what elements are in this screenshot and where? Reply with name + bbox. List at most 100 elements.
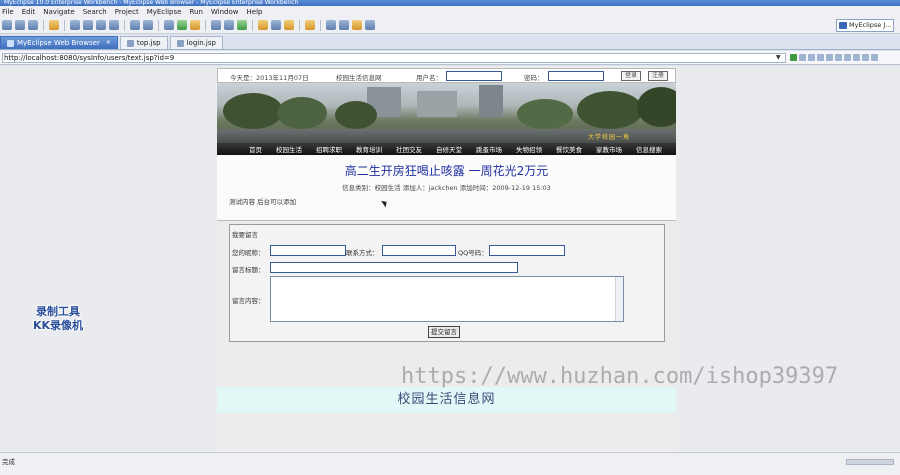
menu-search[interactable]: Search: [83, 8, 107, 16]
open-type-icon[interactable]: [258, 20, 268, 30]
recorder-line1: 录制工具: [36, 305, 80, 318]
nav-item-campus-life[interactable]: 校园生活: [276, 144, 302, 154]
nav-item-home[interactable]: 首页: [249, 144, 262, 154]
source-icon[interactable]: [853, 54, 860, 61]
debug-config-icon[interactable]: [70, 20, 80, 30]
login-button[interactable]: 登录: [621, 71, 641, 81]
server-icon[interactable]: [83, 20, 93, 30]
site-nav: 首页 校园生活 招聘求职 教育培训 社团交友 自修天堂 跳蚤市场 失物招领 餐饮…: [217, 143, 676, 155]
tab-label: top.jsp: [136, 39, 161, 47]
building-shape: [479, 85, 503, 117]
tree-shape: [277, 97, 327, 129]
go-icon[interactable]: [790, 54, 797, 61]
banner-caption: 大学校园一角: [587, 134, 630, 141]
submit-comment-button[interactable]: 提交留言: [428, 326, 460, 338]
nav-item-study[interactable]: 自修天堂: [436, 144, 462, 154]
nav-item-search[interactable]: 信息搜索: [636, 144, 662, 154]
menu-help[interactable]: Help: [247, 8, 263, 16]
password-label: 密码：: [524, 74, 544, 82]
nav-item-tutoring[interactable]: 家教市场: [596, 144, 622, 154]
new-interface-icon[interactable]: [224, 20, 234, 30]
toolbar-separator: [124, 19, 125, 31]
nickname-input[interactable]: [270, 245, 346, 256]
search-icon[interactable]: [271, 20, 281, 30]
perspective-switcher[interactable]: MyEclipse J...: [836, 19, 894, 32]
save-icon[interactable]: [15, 20, 25, 30]
tree-shape: [223, 93, 283, 129]
menu-file[interactable]: File: [2, 8, 14, 16]
external-tools-icon[interactable]: [190, 20, 200, 30]
home-icon[interactable]: [835, 54, 842, 61]
contact-input[interactable]: [382, 245, 456, 256]
progress-indicator: [846, 459, 894, 465]
content-textarea[interactable]: [270, 276, 624, 322]
tab-login-jsp[interactable]: login.jsp: [169, 36, 223, 49]
new-class-icon[interactable]: [211, 20, 221, 30]
nav-item-clubs[interactable]: 社团交友: [396, 144, 422, 154]
menu-run[interactable]: Run: [189, 8, 202, 16]
refresh-icon[interactable]: [826, 54, 833, 61]
pin-icon[interactable]: [339, 20, 349, 30]
image-icon[interactable]: [143, 20, 153, 30]
new-icon[interactable]: [2, 20, 12, 30]
stop-icon[interactable]: [817, 54, 824, 61]
nav-item-market[interactable]: 跳蚤市场: [476, 144, 502, 154]
browser-icon[interactable]: [109, 20, 119, 30]
nav-item-food[interactable]: 餐饮美食: [556, 144, 582, 154]
forward-icon[interactable]: [808, 54, 815, 61]
qq-input[interactable]: [489, 245, 565, 256]
close-icon[interactable]: ✕: [106, 37, 111, 49]
print-icon[interactable]: [28, 20, 38, 30]
deploy-icon[interactable]: [96, 20, 106, 30]
db-icon[interactable]: [130, 20, 140, 30]
recorder-line2: KK录像机: [32, 319, 84, 332]
recorder-watermark: 录制工具 KK录像机: [16, 305, 100, 333]
menu-edit[interactable]: Edit: [22, 8, 36, 16]
url-input[interactable]: [2, 53, 786, 63]
article-title: 高二生开房狂喝止咳露 一周花光2万元: [344, 164, 549, 178]
package-icon[interactable]: [49, 20, 59, 30]
toolbar-separator: [43, 19, 44, 31]
article-meta: 信息类别：校园生活 添加人：jackchen 添加时间：2009-12-19 1…: [342, 184, 551, 192]
status-text: 完成: [2, 458, 15, 466]
username-input[interactable]: [446, 71, 502, 81]
debug-icon[interactable]: [164, 20, 174, 30]
password-input[interactable]: [548, 71, 604, 81]
browser-viewport: 今天是：2013年11月07日 校园生活信息网 用户名： 密码： 登录 注册 大…: [0, 66, 900, 452]
run-icon[interactable]: [177, 20, 187, 30]
editor-tabs: MyEclipse Web Browser ✕ top.jsp login.js…: [0, 35, 900, 50]
nav-item-jobs[interactable]: 招聘求职: [316, 144, 342, 154]
menu-project[interactable]: Project: [115, 8, 139, 16]
tab-web-browser[interactable]: MyEclipse Web Browser ✕: [0, 36, 118, 49]
back-icon[interactable]: [799, 54, 806, 61]
article-panel: 高二生开房狂喝止咳露 一周花光2万元 信息类别：校园生活 添加人：jackche…: [217, 155, 676, 221]
back-icon[interactable]: [352, 20, 362, 30]
main-toolbar: [0, 17, 900, 34]
tab-top-jsp[interactable]: top.jsp: [119, 36, 168, 49]
register-button[interactable]: 注册: [648, 71, 668, 81]
menu-window[interactable]: Window: [211, 8, 239, 16]
nav-item-lost-found[interactable]: 失物招领: [516, 144, 542, 154]
subject-input[interactable]: [270, 262, 518, 273]
new-package-icon[interactable]: [237, 20, 247, 30]
menu-myeclipse[interactable]: MyEclipse: [147, 8, 182, 16]
textarea-scrollbar[interactable]: [615, 277, 623, 321]
folder-icon[interactable]: [305, 20, 315, 30]
menu-navigate[interactable]: Navigate: [43, 8, 74, 16]
myeclipse-perspective-icon: [839, 22, 847, 29]
jsp-file-icon: [126, 39, 134, 47]
nav-item-education[interactable]: 教育培训: [356, 144, 382, 154]
tree-shape: [517, 99, 573, 129]
settings-icon[interactable]: [844, 54, 851, 61]
toolbar-separator: [252, 19, 253, 31]
tree-shape: [577, 91, 643, 129]
toolbar-separator: [299, 19, 300, 31]
menu-icon[interactable]: [871, 54, 878, 61]
toolbar-separator: [64, 19, 65, 31]
url-dropdown-icon[interactable]: ▼: [776, 54, 781, 61]
annotation-icon[interactable]: [326, 20, 336, 30]
external-browser-icon[interactable]: [862, 54, 869, 61]
task-icon[interactable]: [284, 20, 294, 30]
status-bar: 完成: [0, 452, 900, 475]
forward-icon[interactable]: [365, 20, 375, 30]
